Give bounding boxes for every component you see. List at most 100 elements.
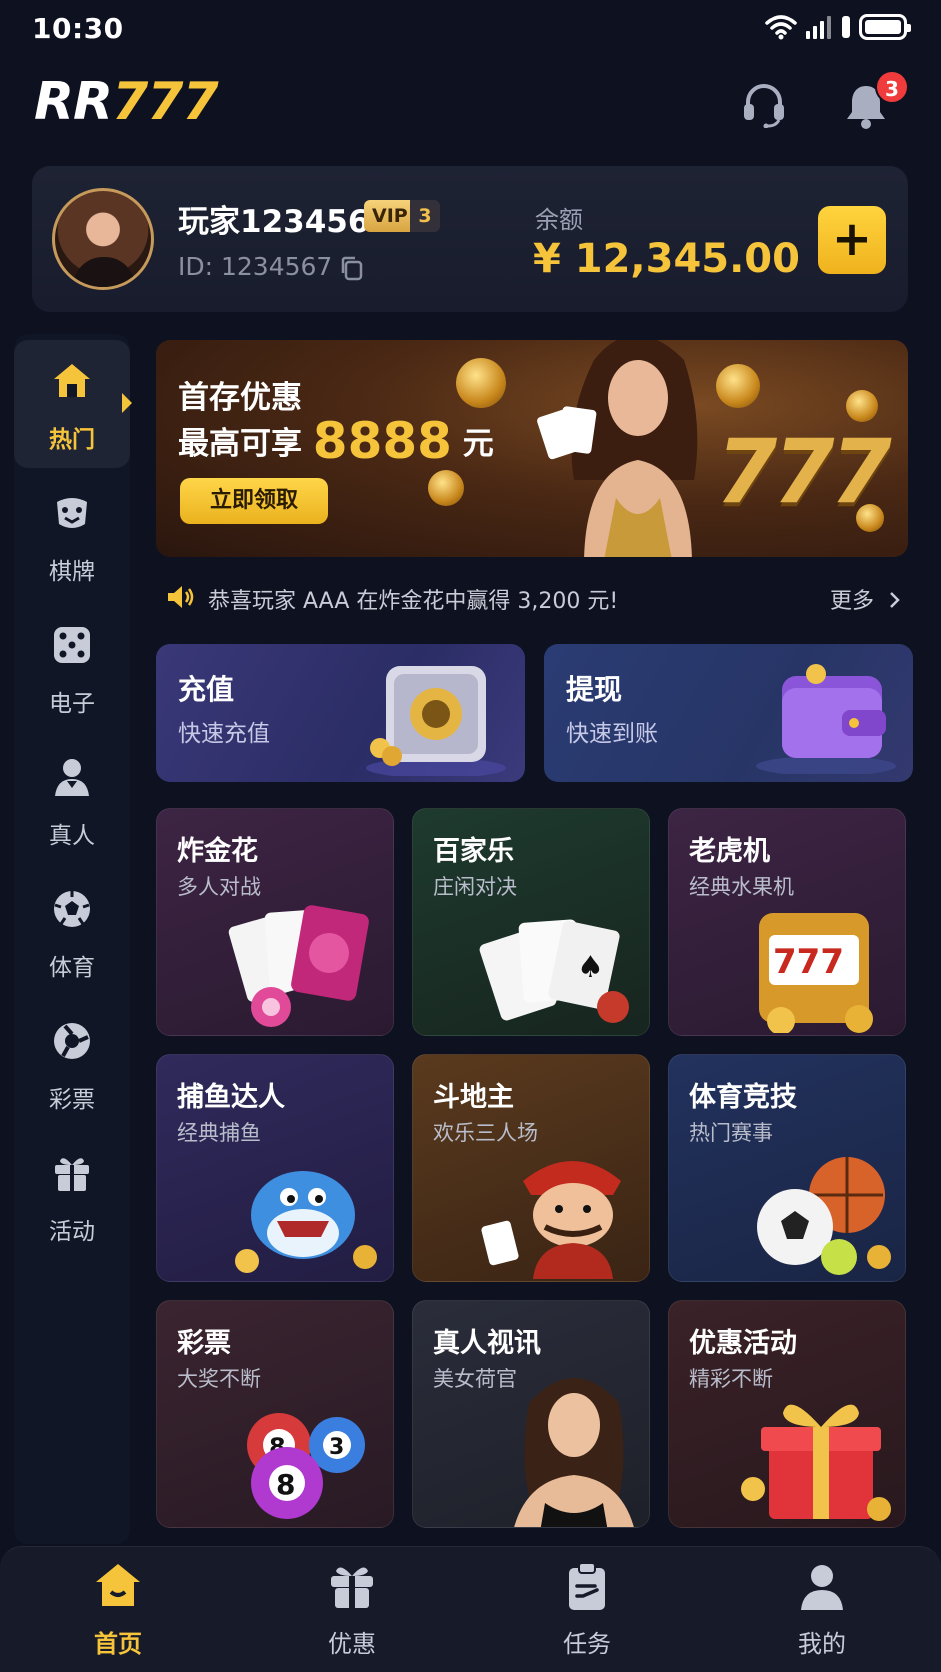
slot-machine-image: 777 xyxy=(759,913,873,1033)
copy-icon[interactable] xyxy=(339,255,365,281)
sidebar-item-promo[interactable]: 活动 xyxy=(14,1132,130,1260)
game-card-sports[interactable]: 体育竞技 热门赛事 xyxy=(668,1054,906,1282)
user-icon xyxy=(801,1565,843,1610)
slot-reels: 777 xyxy=(773,942,844,982)
headset-icon[interactable] xyxy=(740,80,788,128)
game-subtitle: 多人对战 xyxy=(177,875,261,899)
user-id: ID: 1234567 xyxy=(178,252,333,281)
coin-decor xyxy=(428,470,464,506)
game-subtitle: 经典水果机 xyxy=(689,875,794,899)
ticker-more-link[interactable]: 更多 xyxy=(830,583,903,615)
banner-prefix: 最高可享 xyxy=(178,426,302,462)
nav-tasks[interactable]: 任务 xyxy=(517,1560,657,1659)
nav-label: 优惠 xyxy=(328,1630,376,1658)
sim-icon xyxy=(842,16,850,38)
wifi-icon xyxy=(765,15,797,40)
sidebar-item-label: 电子 xyxy=(49,691,95,717)
banner-amount: 8888 xyxy=(312,412,452,470)
game-card-promotions[interactable]: 优惠活动 精彩不断 xyxy=(668,1300,906,1528)
status-time: 10:30 xyxy=(32,12,124,45)
signal-icon xyxy=(806,16,831,39)
game-title: 彩票 xyxy=(177,1328,231,1359)
banner-unit: 元 xyxy=(462,426,494,462)
claim-button[interactable]: 立即领取 xyxy=(180,478,328,524)
dealer-lady-image xyxy=(514,1378,634,1527)
sidebar-item-electronic[interactable]: 电子 xyxy=(14,604,130,732)
winner-ticker: 恭喜玩家 AAA 在炸金花中赢得 3,200 元! xyxy=(208,589,619,614)
deposit-subtitle: 快速充值 xyxy=(178,721,270,747)
vip-level: 3 xyxy=(410,200,440,232)
chevron-right-icon xyxy=(890,592,900,608)
game-title: 炸金花 xyxy=(177,836,258,867)
home-icon xyxy=(54,364,90,397)
sidebar-item-live[interactable]: 真人 xyxy=(14,736,130,864)
game-card-zhajinhua[interactable]: 炸金花 多人对战 xyxy=(156,808,394,1036)
sidebar-item-hot[interactable]: 热门 xyxy=(14,340,130,468)
gift-icon xyxy=(331,1567,373,1608)
nav-profile[interactable]: 我的 xyxy=(752,1560,892,1659)
game-title: 老虎机 xyxy=(689,836,770,867)
game-card-lottery[interactable]: 彩票 大奖不断 8 3 8 xyxy=(156,1300,394,1528)
game-subtitle: 庄闲对决 xyxy=(433,875,517,899)
dice-icon xyxy=(54,627,90,663)
game-card-baccarat[interactable]: 百家乐 庄闲对决 ♠ xyxy=(412,808,650,1036)
game-subtitle: 大奖不断 xyxy=(177,1367,261,1391)
sidebar-item-label: 棋牌 xyxy=(49,559,95,585)
game-card-live-casino[interactable]: 真人视讯 美女荷官 xyxy=(412,1300,650,1528)
nav-label: 任务 xyxy=(563,1630,611,1658)
logo-777: 777 xyxy=(112,72,219,132)
withdraw-title: 提现 xyxy=(566,673,623,706)
battery-icon xyxy=(859,14,911,40)
sidebar-item-sports[interactable]: 体育 xyxy=(14,868,130,996)
nav-label: 首页 xyxy=(94,1630,142,1658)
ball-number: 3 xyxy=(329,1435,344,1460)
deposit-title: 充值 xyxy=(178,673,235,706)
username: 玩家123456 xyxy=(178,204,370,240)
dealer-icon xyxy=(55,759,89,796)
app-logo: RR777 xyxy=(34,72,219,132)
clipboard-icon xyxy=(569,1562,605,1610)
game-subtitle: 热门赛事 xyxy=(689,1121,773,1145)
active-pointer xyxy=(122,393,132,413)
ticker-more-label: 更多 xyxy=(830,589,875,614)
user-avatar[interactable] xyxy=(52,188,154,290)
sidebar-item-label: 热门 xyxy=(49,427,95,453)
svg-text:♠: ♠ xyxy=(577,950,604,985)
game-card-fishing[interactable]: 捕鱼达人 经典捕鱼 xyxy=(156,1054,394,1282)
vip-badge: VIP xyxy=(364,200,416,232)
notification-badge: 3 xyxy=(875,70,909,104)
nav-home[interactable]: 首页 xyxy=(48,1560,188,1659)
lottery-balls-image: 8 3 8 xyxy=(247,1413,365,1519)
sidebar-item-label: 活动 xyxy=(49,1219,95,1245)
game-title: 斗地主 xyxy=(433,1082,514,1113)
game-title: 优惠活动 xyxy=(689,1328,797,1359)
nav-promotions[interactable]: 优惠 xyxy=(282,1560,422,1659)
nav-label: 我的 xyxy=(798,1630,846,1658)
withdraw-card[interactable]: 提现 快速到账 xyxy=(544,644,913,782)
playing-cards-image: ♠ xyxy=(479,919,629,1023)
game-card-doudizhu[interactable]: 斗地主 欢乐三人场 xyxy=(412,1054,650,1282)
balance-label: 余额 xyxy=(535,206,583,234)
game-card-slots[interactable]: 老虎机 经典水果机 777 xyxy=(668,808,906,1036)
game-subtitle: 精彩不断 xyxy=(689,1367,773,1391)
lottery-icon xyxy=(54,1023,90,1059)
sidebar-item-lottery[interactable]: 彩票 xyxy=(14,1000,130,1128)
first-deposit-banner[interactable]: 777 首存优惠 最高可享 8888 元 立即领取 xyxy=(156,340,908,557)
landlord-character-image xyxy=(481,1161,621,1279)
withdraw-subtitle: 快速到账 xyxy=(566,721,658,747)
game-title: 捕鱼达人 xyxy=(177,1082,285,1113)
home-icon xyxy=(96,1564,140,1606)
safe-icon xyxy=(366,666,506,776)
ball-number: 8 xyxy=(276,1468,295,1501)
game-title: 百家乐 xyxy=(433,836,514,867)
wallet-icon xyxy=(756,664,896,774)
balance-amount: ¥ 12,345.00 xyxy=(533,236,800,282)
sports-balls-image xyxy=(757,1157,891,1275)
sidebar-item-cards[interactable]: 棋牌 xyxy=(14,472,130,600)
hostess-image xyxy=(537,340,698,557)
deposit-add-button[interactable]: + xyxy=(818,206,886,274)
soccer-icon xyxy=(54,891,90,927)
speaker-icon xyxy=(168,586,194,608)
deposit-card[interactable]: 充值 快速充值 xyxy=(156,644,525,782)
gift-icon xyxy=(55,1158,89,1191)
